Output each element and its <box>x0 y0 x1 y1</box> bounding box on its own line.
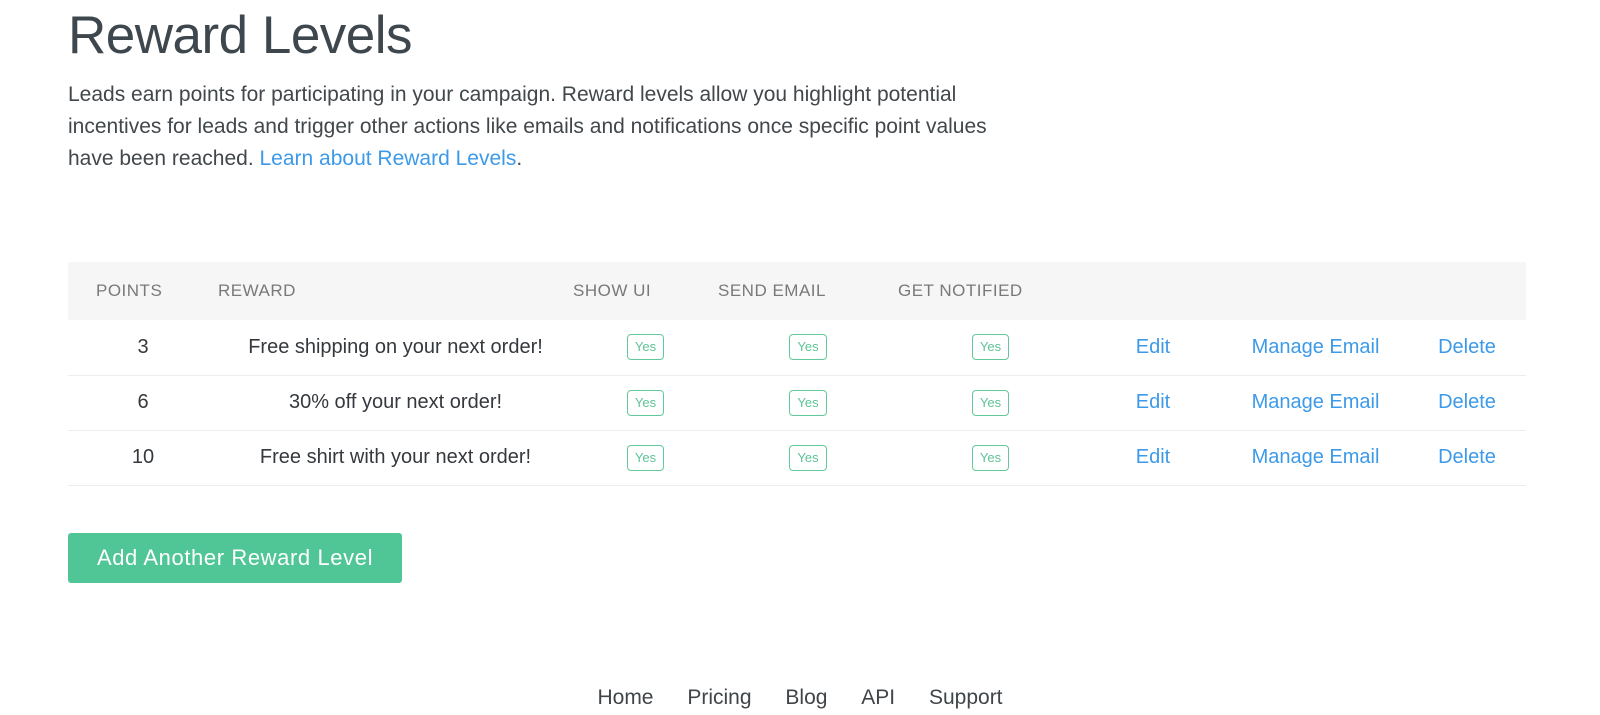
status-badge-send-email: Yes <box>789 389 827 416</box>
table-body: 3 Free shipping on your next order! Yes … <box>68 320 1526 486</box>
reward-levels-table: POINTS REWARD SHOW UI SEND EMAIL GET NOT… <box>68 262 1526 486</box>
delete-link[interactable]: Delete <box>1438 446 1496 468</box>
column-header-send-email: SEND EMAIL <box>718 281 826 300</box>
status-badge-show-ui: Yes <box>626 389 665 416</box>
cell-edit: Edit <box>1083 429 1223 486</box>
page-description: Leads earn points for participating in y… <box>68 79 1028 175</box>
cell-show-ui: Yes <box>573 429 718 486</box>
status-badge-send-email: Yes <box>789 334 827 361</box>
column-header-delete <box>1408 262 1526 320</box>
status-badge-get-notified: Yes <box>971 389 1010 416</box>
cell-delete: Delete <box>1408 320 1526 375</box>
cell-manage-email: Manage Email <box>1223 374 1408 430</box>
cell-get-notified: Yes <box>898 320 1083 375</box>
cell-edit: Edit <box>1083 374 1223 430</box>
cell-show-ui: Yes <box>573 320 718 375</box>
cell-reward: 30% off your next order! <box>218 374 573 430</box>
column-header-get-notified: GET NOTIFIED <box>898 281 1023 300</box>
column-header-edit <box>1083 262 1223 320</box>
status-badge-send-email: Yes <box>789 444 827 471</box>
cell-get-notified: Yes <box>898 374 1083 430</box>
cell-send-email: Yes <box>718 429 898 486</box>
manage-email-link[interactable]: Manage Email <box>1252 446 1380 468</box>
cell-points: 6 <box>68 374 218 430</box>
manage-email-link[interactable]: Manage Email <box>1252 391 1380 413</box>
manage-email-link[interactable]: Manage Email <box>1252 336 1380 358</box>
cell-send-email: Yes <box>718 374 898 430</box>
learn-about-reward-levels-link[interactable]: Learn about Reward Levels <box>259 147 516 170</box>
table-header-row: POINTS REWARD SHOW UI SEND EMAIL GET NOT… <box>68 262 1526 320</box>
status-badge-show-ui: Yes <box>626 444 665 471</box>
cell-delete: Delete <box>1408 429 1526 486</box>
column-header-reward: REWARD <box>218 281 296 300</box>
delete-link[interactable]: Delete <box>1438 336 1496 358</box>
column-header-show-ui: SHOW UI <box>573 281 652 300</box>
status-badge-show-ui: Yes <box>626 334 665 361</box>
page-title: Reward Levels <box>68 6 413 65</box>
cell-manage-email: Manage Email <box>1223 320 1408 375</box>
cell-manage-email: Manage Email <box>1223 429 1408 486</box>
page-description-text-2: . <box>516 147 523 171</box>
table-row: 3 Free shipping on your next order! Yes … <box>68 320 1526 375</box>
footer-link-support[interactable]: Support <box>929 686 1003 709</box>
cell-reward: Free shirt with your next order! <box>218 429 573 486</box>
edit-link[interactable]: Edit <box>1136 391 1170 413</box>
delete-link[interactable]: Delete <box>1438 391 1496 413</box>
cell-reward: Free shipping on your next order! <box>248 335 543 358</box>
status-badge-get-notified: Yes <box>971 444 1010 471</box>
column-header-points: POINTS <box>96 281 163 300</box>
cell-show-ui: Yes <box>573 374 718 430</box>
intro-block: Reward Levels Leads earn points for part… <box>68 6 1058 175</box>
table-row: 10 Free shirt with your next order! Yes … <box>68 429 1526 486</box>
footer-nav: Home Pricing Blog API Support <box>0 686 1600 710</box>
edit-link[interactable]: Edit <box>1136 446 1170 468</box>
table-head: POINTS REWARD SHOW UI SEND EMAIL GET NOT… <box>68 262 1526 320</box>
reward-levels-page: Reward Levels Leads earn points for part… <box>0 0 1600 715</box>
footer-link-pricing[interactable]: Pricing <box>687 686 751 709</box>
footer-link-home[interactable]: Home <box>597 686 653 709</box>
edit-link[interactable]: Edit <box>1136 336 1170 358</box>
cell-delete: Delete <box>1408 374 1526 430</box>
footer-link-api[interactable]: API <box>861 686 895 709</box>
column-header-manage <box>1223 262 1408 320</box>
cell-edit: Edit <box>1083 320 1223 375</box>
add-another-reward-level-button[interactable]: Add Another Reward Level <box>68 533 402 583</box>
cell-points: 10 <box>68 429 218 486</box>
cell-send-email: Yes <box>718 320 898 375</box>
status-badge-get-notified: Yes <box>971 334 1010 361</box>
cell-get-notified: Yes <box>898 429 1083 486</box>
cell-points: 3 <box>137 335 149 358</box>
table-row: 6 30% off your next order! Yes Yes Yes E… <box>68 374 1526 430</box>
footer-link-blog[interactable]: Blog <box>785 686 827 709</box>
page-description-text-1: Leads earn points for participating in y… <box>68 83 987 171</box>
